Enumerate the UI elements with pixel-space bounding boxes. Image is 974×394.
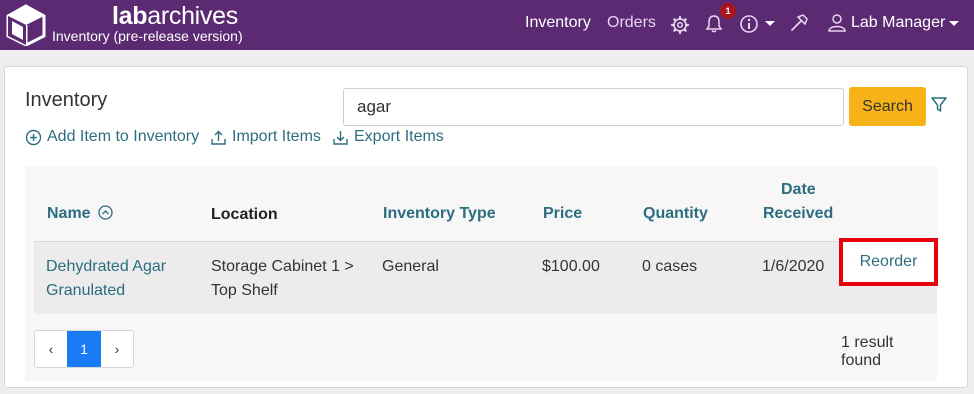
- pagination: ‹ 1 ›: [34, 330, 134, 368]
- user-menu-caret-icon[interactable]: [949, 21, 959, 26]
- column-header-date-line2[interactable]: Received: [763, 205, 833, 223]
- sort-ascending-icon[interactable]: [98, 205, 113, 220]
- column-header-date-line1[interactable]: Date: [781, 181, 816, 199]
- column-header-location: Location: [211, 206, 278, 223]
- column-header-quantity[interactable]: Quantity: [643, 205, 708, 223]
- item-location: Storage Cabinet 1 > Top Shelf: [211, 258, 354, 299]
- download-icon: [333, 130, 348, 145]
- notification-badge: 1: [720, 3, 736, 19]
- inventory-table: Name Location Inventory Type Price Quant…: [25, 166, 938, 381]
- item-name-link[interactable]: Dehydrated Agar Granulated: [46, 255, 166, 303]
- page-title: Inventory: [25, 89, 108, 111]
- pagination-prev-button[interactable]: ‹: [35, 331, 67, 367]
- column-header-name[interactable]: Name: [47, 205, 113, 223]
- nav-orders-link[interactable]: Orders: [607, 14, 656, 32]
- result-count: 1 result found: [841, 334, 894, 369]
- item-price: $100.00: [542, 258, 600, 275]
- tools-icon[interactable]: [789, 13, 809, 33]
- user-menu-label[interactable]: Lab Manager: [851, 14, 945, 32]
- import-items-button[interactable]: Import Items: [210, 128, 321, 146]
- info-icon[interactable]: [739, 14, 759, 34]
- plus-circle-icon: [25, 129, 42, 145]
- import-items-label: Import Items: [232, 128, 321, 145]
- pagination-next-button[interactable]: ›: [101, 331, 133, 367]
- column-header-inventory-type[interactable]: Inventory Type: [383, 205, 496, 223]
- filter-icon[interactable]: [930, 96, 948, 114]
- item-inventory-type: General: [382, 258, 439, 275]
- export-items-label: Export Items: [354, 128, 444, 145]
- column-header-price[interactable]: Price: [543, 205, 582, 223]
- info-menu-caret-icon[interactable]: [765, 21, 775, 26]
- add-item-button[interactable]: Add Item to Inventory: [25, 128, 199, 146]
- export-items-button[interactable]: Export Items: [332, 128, 444, 146]
- add-item-label: Add Item to Inventory: [47, 128, 200, 145]
- inventory-panel: Inventory Search Add Item to Inventory I…: [4, 66, 968, 388]
- brand-name: labarchives: [112, 2, 238, 30]
- upload-icon: [211, 130, 226, 145]
- reorder-button[interactable]: Reorder: [851, 248, 926, 276]
- pagination-page-1[interactable]: 1: [67, 331, 101, 367]
- brand-subtitle: Inventory (pre-release version): [52, 28, 243, 44]
- search-button[interactable]: Search: [849, 87, 926, 126]
- item-date-received: 1/6/2020: [762, 258, 825, 275]
- item-quantity: 0 cases: [642, 258, 698, 275]
- bell-icon[interactable]: [704, 14, 724, 34]
- reorder-highlight-box: Reorder: [839, 238, 938, 286]
- nav-inventory-link[interactable]: Inventory: [525, 14, 591, 32]
- labarchives-logo-icon[interactable]: [6, 4, 46, 46]
- user-icon[interactable]: [827, 13, 847, 33]
- gear-icon[interactable]: [670, 15, 690, 35]
- search-input[interactable]: [343, 88, 844, 126]
- table-row: Dehydrated Agar Granulated Storage Cabin…: [34, 241, 937, 314]
- top-navbar: labarchives Inventory (pre-release versi…: [0, 0, 974, 50]
